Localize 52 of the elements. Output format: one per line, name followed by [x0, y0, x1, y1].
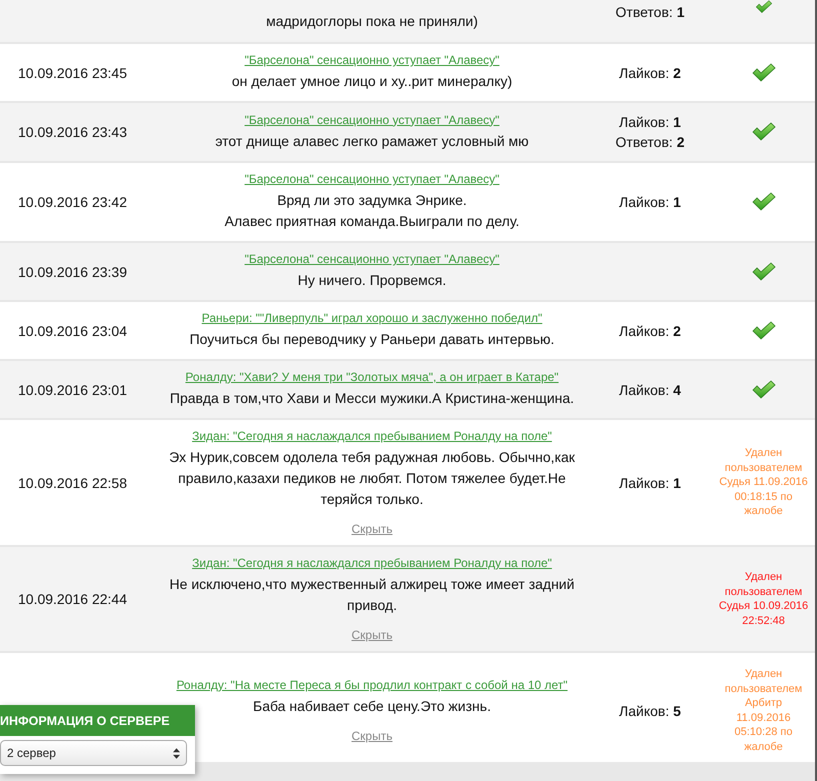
hide-link[interactable]: Скрыть [352, 729, 392, 743]
up-down-arrows-icon [173, 748, 180, 758]
topic-link[interactable]: "Барселона" сенсационно уступает "Алавесу" [244, 172, 500, 186]
topic-link[interactable]: "Барселона" сенсационно уступает "Алавесу" [244, 53, 500, 67]
checkmark-icon [752, 320, 776, 340]
stat-text: Лайков: 5 [619, 702, 681, 720]
stat-text: Лайков: 1 [619, 193, 681, 212]
checkmark-icon [754, 0, 772, 14]
checkmark-icon [752, 192, 776, 212]
checkmark-icon [752, 262, 776, 282]
stat-text: Лайков: 2 [619, 64, 681, 82]
hide-link[interactable]: Скрыть [352, 522, 392, 536]
panel-title: ИНФОРМАЦИЯ О СЕРВЕРЕ [0, 705, 195, 736]
comment-text: этот днище алавес легко рамажет условный мю [215, 132, 529, 151]
deleted-note: Удален пользователем Судья 10.09.2016 22:52:48 [718, 570, 810, 628]
comment-date: 10.09.2016 23:42 [18, 194, 127, 210]
comment-text: Баба набивает себе цену.Это жизнь. [253, 697, 491, 716]
stat-text: Ответов: 2 [616, 133, 684, 152]
topic-link[interactable]: Роналду: "Хави? У меня три "Золотых мяча", а он играет в Катаре" [185, 370, 559, 384]
topic-link[interactable]: Зидан: "Сегодня я наслаждался пребыванием Роналду на поле" [192, 429, 552, 443]
topic-link[interactable]: Роналду: "На месте Переса я бы продлил контракт с собой на 10 лет" [176, 678, 568, 692]
stat-text: Лайков: 2 [619, 322, 681, 340]
checkmark-icon [752, 380, 776, 400]
server-select[interactable]: 2 сервер [0, 740, 187, 766]
comment-date: 10.09.2016 22:44 [18, 591, 127, 607]
stat-text: Лайков: 1 [619, 113, 681, 132]
stat-text: Лайков: 1 [619, 474, 681, 492]
comment-date: 10.09.2016 23:01 [18, 382, 127, 398]
comment-date: 10.09.2016 23:04 [18, 322, 127, 338]
topic-link[interactable]: "Барселона" сенсационно уступает "Алавесу" [244, 252, 500, 266]
hide-link[interactable]: Скрыть [352, 628, 392, 642]
checkmark-icon [752, 62, 776, 82]
stat-text: Лайков: 4 [619, 380, 681, 400]
topic-link[interactable]: Раньери: ""Ливерпуль" играл хорошо и заслуженно победил" [202, 311, 542, 325]
comment-text: он делает умное лицо и ху..рит минералку) [232, 72, 512, 91]
deleted-note: Удален пользователем Судья 11.09.2016 00:18:15 по жалобе [718, 446, 809, 519]
comment-text: Не исключено,что мужественный алжирец тоже имеет задний привод. [168, 575, 576, 615]
topic-link[interactable]: "Барселона" сенсационно уступает "Алавесу" [244, 112, 500, 126]
topic-link[interactable]: Зидан: "Сегодня я наслаждался пребыванием Роналду на поле" [192, 556, 552, 570]
comment-date: 10.09.2016 23:45 [18, 64, 127, 80]
stat-text: Ответов: 1 [616, 3, 684, 22]
comment-text: мадридоглоры пока не приняли) [266, 12, 478, 31]
checkmark-icon [752, 122, 776, 142]
comment-text: Эх Нурик,совсем одолела тебя радужная любовь. Обычно,как правило,казахи педиков не любят. Потом тяжелее будет.Не теряйся только. [168, 448, 576, 509]
comment-text: Вряд ли это задумка Энрике. Алавес приятная команда.Выиграли по делу. [224, 191, 520, 231]
comment-date: 10.09.2016 23:39 [18, 264, 127, 280]
comment-text: Ну ничего. Прорвемся. [298, 271, 446, 290]
deleted-note: Удален пользователем Арбитр 11.09.2016 05:10:28 по жалобе [724, 667, 804, 754]
comment-date: 10.09.2016 23:43 [18, 124, 127, 140]
comment-text: Поучиться бы переводчику у Раньери давать интервью. [190, 330, 554, 349]
comment-text: Правда в том,что Хави и Месси мужики.А Кристина-женщина. [170, 389, 574, 408]
comment-date: 10.09.2016 22:58 [18, 474, 127, 490]
